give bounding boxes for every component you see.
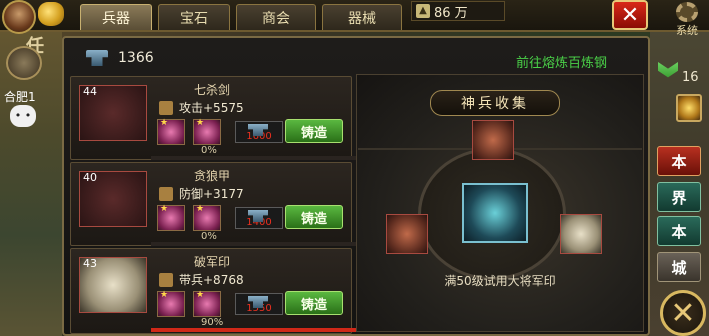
system-label: 系统 <box>676 24 698 37</box>
rank-number: 16 <box>682 70 699 85</box>
gem-slot-1[interactable]: ★ <box>157 290 185 317</box>
progress-text: 0% <box>201 231 217 242</box>
collected-armor-icon[interactable] <box>386 214 428 254</box>
tab-weapons[interactable]: 兵器 <box>80 4 152 30</box>
shield-icon <box>159 186 173 201</box>
city-label[interactable]: 合肥1 <box>4 88 36 105</box>
gear-icon <box>676 2 698 22</box>
gem-slot-2[interactable]: ★ <box>193 118 221 145</box>
progress-bar <box>151 156 381 160</box>
currency-amount: 86 万 <box>434 5 468 21</box>
collected-center-weapon-icon[interactable] <box>462 183 528 243</box>
progress-text: 90% <box>201 317 224 328</box>
lamp-icon[interactable] <box>676 94 702 122</box>
forge-button[interactable]: 铸造 <box>285 291 343 315</box>
item-card-sword: 七杀剑 44 攻击+5575 ★ ★ 1600 铸造 0% <box>70 76 381 160</box>
item-level: 43 <box>83 257 97 270</box>
item-stat: 攻击+5575 <box>159 99 244 116</box>
item-stat: 防御+3177 <box>159 185 244 202</box>
battle-x-button[interactable]: ✕ <box>660 290 706 336</box>
collected-seal-icon[interactable] <box>560 214 602 254</box>
forge-cost: 1400 <box>235 207 283 229</box>
gold-bag-icon[interactable] <box>38 2 64 26</box>
steel-stock-count: 1366 <box>118 50 154 66</box>
gem-slot-2[interactable]: ★ <box>193 290 221 317</box>
side-button-2[interactable]: 界 <box>657 182 701 212</box>
soldier-icon <box>159 272 173 287</box>
item-stat: 带兵+8768 <box>159 271 244 288</box>
progress-text: 0% <box>201 145 217 156</box>
collection-caption: 满50级试用大将军印 <box>444 274 556 288</box>
smelt-link[interactable]: 前往熔炼百炼钢 <box>516 52 607 71</box>
item-level: 44 <box>83 85 97 98</box>
tab-gems[interactable]: 宝石 <box>158 4 230 30</box>
gem-slot-1[interactable]: ★ <box>157 204 185 231</box>
progress-bar <box>151 328 381 332</box>
side-button-1[interactable]: 本 <box>657 146 701 176</box>
gem-slot-1[interactable]: ★ <box>157 118 185 145</box>
progress-bar <box>151 242 381 246</box>
silver-ingot-icon: ▲ <box>416 4 430 18</box>
collection-title: 神兵收集 <box>430 90 560 116</box>
collected-sword-icon[interactable] <box>472 120 514 160</box>
close-button[interactable]: ✕ <box>612 0 648 30</box>
helmet-icon[interactable] <box>6 46 42 80</box>
forge-button[interactable]: 铸造 <box>285 119 343 143</box>
anvil-icon <box>86 50 108 66</box>
gem-slot-2[interactable]: ★ <box>193 204 221 231</box>
item-stat-text: 带兵+8768 <box>179 273 244 287</box>
item-stat-text: 防御+3177 <box>179 187 244 201</box>
forge-button[interactable]: 铸造 <box>285 205 343 229</box>
tab-machinery[interactable]: 器械 <box>322 4 402 30</box>
chat-icon[interactable]: • • <box>10 105 36 127</box>
item-card-seal: 破军印 43 带兵+8768 ★ ★ 1550 铸造 90% <box>70 248 381 334</box>
steel-stock: 1366 <box>86 50 154 66</box>
item-level: 40 <box>83 171 97 184</box>
item-stat-text: 攻击+5575 <box>179 101 244 115</box>
currency-display: ▲ 86 万 <box>411 1 505 21</box>
system-button[interactable]: 系统 <box>668 2 706 38</box>
forge-cost: 1600 <box>235 121 283 143</box>
item-card-armor: 贪狼甲 40 防御+3177 ★ ★ 1400 铸造 0% <box>70 162 381 246</box>
side-button-4[interactable]: 城 <box>657 252 701 282</box>
side-button-3[interactable]: 本 <box>657 216 701 246</box>
tab-guild[interactable]: 商会 <box>236 4 316 30</box>
forge-cost: 1550 <box>235 293 283 315</box>
sword-icon <box>159 100 173 115</box>
player-avatar[interactable] <box>2 0 36 34</box>
